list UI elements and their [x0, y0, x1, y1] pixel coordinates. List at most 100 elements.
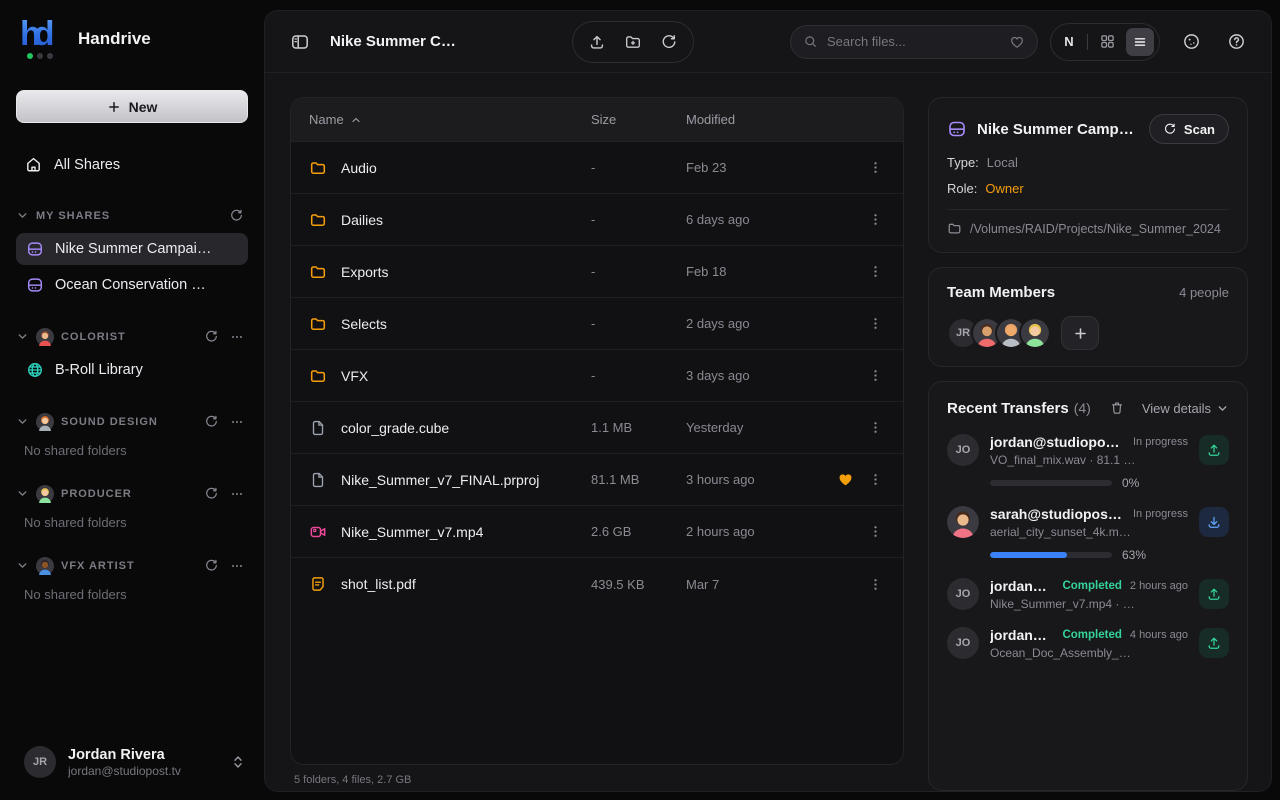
table-row[interactable]: Exports - Feb 18 [291, 246, 903, 298]
upload-icon [1206, 586, 1222, 602]
table-row[interactable]: Selects - 2 days ago [291, 298, 903, 350]
section-header-vfx-artist[interactable]: VFX ARTIST [0, 552, 264, 579]
transfer-file: VO_final_mix.wav · 81.1 … [990, 453, 1136, 467]
transfer-file: Ocean_Doc_Assembly_… [990, 646, 1131, 660]
section-producer: PRODUCER No shared folders [0, 480, 264, 530]
row-menu-button[interactable] [861, 418, 889, 437]
table-row[interactable]: shot_list.pdf 439.5 KB Mar 7 [291, 558, 903, 610]
download-transfer-button[interactable] [1199, 507, 1229, 537]
refresh-section-button[interactable] [202, 556, 221, 575]
transfer-item[interactable]: JO jordan@st… Completed 2 hours ago Nike… [947, 578, 1229, 611]
sidebar: hd Handrive New All Shares MY SHARES Nik… [0, 0, 264, 800]
section-menu-button[interactable] [228, 413, 246, 431]
search-input[interactable] [827, 34, 1000, 49]
file-table-section: Name Size Modified Audio - Feb 23 Dailie… [290, 97, 904, 791]
view-details-button[interactable]: View details [1142, 401, 1229, 416]
column-header-name[interactable]: Name [309, 112, 591, 127]
chevron-down-icon [1216, 402, 1229, 415]
sort-hotkey-label[interactable]: N [1056, 34, 1082, 49]
role-label: Role: [947, 181, 978, 196]
transfer-item[interactable]: sarah@studiopost.tv In progress aerial_c… [947, 506, 1229, 562]
sidebar-item-nike-summer-campaign[interactable]: Nike Summer Campai… [16, 233, 248, 265]
section-menu-button[interactable] [228, 485, 246, 503]
section-header-sound-design[interactable]: SOUND DESIGN [0, 408, 264, 435]
share-role-row: Role: Owner [947, 181, 1229, 196]
file-modified: 2 days ago [686, 316, 750, 331]
row-menu-button[interactable] [861, 366, 889, 385]
empty-shares-note: No shared folders [24, 515, 127, 530]
new-folder-button[interactable] [617, 27, 649, 57]
transfer-item[interactable]: JO jordan@studiopost.tv In progress VO_f… [947, 434, 1229, 490]
account-switcher[interactable]: JR Jordan Rivera jordan@studiopost.tv [0, 730, 264, 800]
section-header-my-shares[interactable]: MY SHARES [0, 202, 264, 229]
transfers-count: (4) [1073, 400, 1091, 416]
list-view-button[interactable] [1126, 27, 1154, 56]
kebab-icon [868, 160, 883, 175]
table-row[interactable]: VFX - 3 days ago [291, 350, 903, 402]
new-button[interactable]: New [16, 90, 248, 123]
section-header-colorist[interactable]: COLORIST [0, 323, 264, 350]
scan-button[interactable]: Scan [1148, 114, 1229, 144]
refresh-section-button[interactable] [227, 206, 246, 225]
sidebar-item-b-roll-library[interactable]: B-Roll Library [16, 354, 248, 386]
refresh-icon [229, 208, 244, 223]
clear-transfers-button[interactable] [1107, 398, 1127, 418]
file-size: - [591, 160, 596, 175]
refresh-icon [204, 414, 219, 429]
share-label: Ocean Conservation … [55, 277, 206, 293]
table-row[interactable]: Nike_Summer_v7_FINAL.prproj 81.1 MB 3 ho… [291, 454, 903, 506]
grid-view-button[interactable] [1093, 28, 1121, 56]
row-menu-button[interactable] [861, 158, 889, 177]
member-avatar[interactable] [1019, 317, 1051, 349]
section-header-producer[interactable]: PRODUCER [0, 480, 264, 507]
transfer-item[interactable]: JO jordan@st… Completed 4 hours ago Ocea… [947, 627, 1229, 660]
kebab-icon [868, 264, 883, 279]
theme-toggle-button[interactable] [1182, 32, 1201, 51]
section-menu-button[interactable] [228, 328, 246, 346]
home-icon [24, 155, 43, 174]
section-label: MY SHARES [36, 209, 111, 222]
upload-button[interactable] [581, 27, 613, 57]
transfer-user: jordan@st… [990, 578, 1052, 594]
refresh-section-button[interactable] [202, 327, 221, 346]
file-size: 2.6 GB [591, 524, 632, 539]
refresh-section-button[interactable] [202, 412, 221, 431]
row-menu-button[interactable] [861, 210, 889, 229]
row-menu-button[interactable] [861, 262, 889, 281]
video-file-icon [309, 523, 327, 541]
section-colorist: COLORIST B-Roll Library [0, 323, 264, 386]
row-menu-button[interactable] [861, 575, 889, 594]
row-menu-button[interactable] [861, 522, 889, 541]
sidebar-toggle-button[interactable] [290, 32, 310, 52]
file-modified: Feb 23 [686, 160, 727, 175]
sidebar-item-ocean-conservation[interactable]: Ocean Conservation … [16, 269, 248, 301]
favorite-heart-icon[interactable] [829, 471, 861, 488]
refresh-section-button[interactable] [202, 484, 221, 503]
column-header-modified[interactable]: Modified [686, 112, 829, 127]
refresh-button[interactable] [653, 27, 685, 57]
upload-transfer-button[interactable] [1199, 579, 1229, 609]
table-row[interactable]: Nike_Summer_v7.mp4 2.6 GB 2 hours ago [291, 506, 903, 558]
upload-transfer-button[interactable] [1199, 628, 1229, 658]
globe-icon [26, 361, 44, 379]
transfer-user: jordan@st… [990, 627, 1052, 643]
upload-transfer-button[interactable] [1199, 435, 1229, 465]
transfer-file: Nike_Summer_v7.mp4 · … [990, 597, 1135, 611]
file-actions-group [571, 20, 694, 63]
help-button[interactable] [1227, 32, 1246, 51]
table-row[interactable]: Dailies - 6 days ago [291, 194, 903, 246]
section-menu-button[interactable] [228, 557, 246, 575]
file-modified: Feb 18 [686, 264, 727, 279]
share-type-row: Type: Local [947, 155, 1229, 170]
favorites-filter-heart-icon[interactable] [1009, 34, 1025, 50]
column-header-size[interactable]: Size [591, 112, 686, 127]
row-menu-button[interactable] [861, 470, 889, 489]
role-value: Owner [985, 181, 1024, 196]
row-menu-button[interactable] [861, 314, 889, 333]
table-row[interactable]: Audio - Feb 23 [291, 142, 903, 194]
sidebar-item-all-shares[interactable]: All Shares [16, 149, 248, 180]
folder-icon [309, 263, 327, 281]
add-member-button[interactable] [1061, 316, 1099, 350]
table-row[interactable]: color_grade.cube 1.1 MB Yesterday [291, 402, 903, 454]
section-my-shares: MY SHARES Nike Summer Campai… Ocean Cons… [0, 202, 264, 301]
